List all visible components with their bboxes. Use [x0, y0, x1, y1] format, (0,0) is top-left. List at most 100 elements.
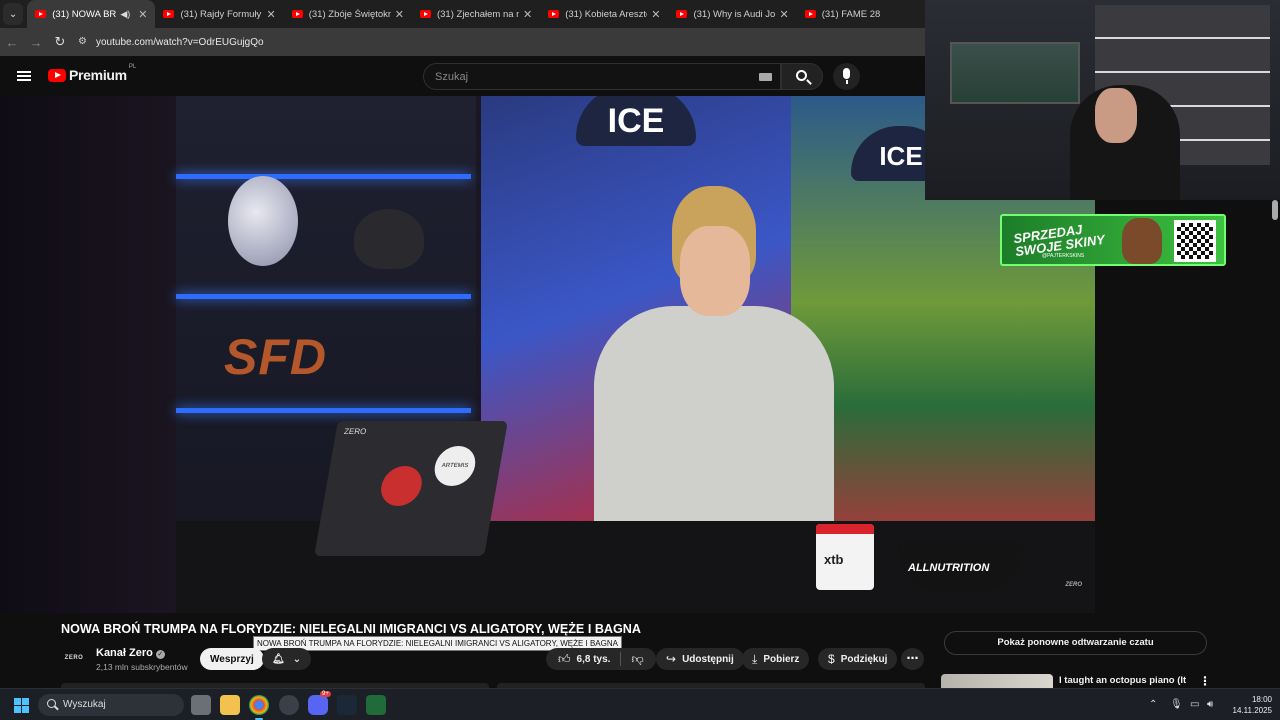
support-button[interactable]: Wesprzyj: [200, 648, 264, 670]
close-tab-icon[interactable]: ✕: [523, 8, 532, 21]
video-title: NOWA BROŃ TRUMPA NA FLORYDZIE: NIELEGALN…: [61, 622, 641, 636]
more-actions-icon[interactable]: ⋯: [901, 648, 924, 670]
verified-check-icon: ✓: [155, 650, 165, 659]
taskbar-search[interactable]: Wyszukaj: [38, 694, 184, 716]
browser-tab[interactable]: (31) NOWA BROŃ TRUMPA ◀) ✕: [27, 0, 156, 28]
excel-icon[interactable]: [366, 695, 386, 715]
taskbar-search-label: Wyszukaj: [63, 699, 106, 710]
file-explorer-icon[interactable]: [220, 695, 240, 715]
sfd-logo: SFD: [224, 329, 327, 385]
youtube-favicon-icon: [35, 10, 47, 18]
browser-tab[interactable]: (31) FAME 28: [797, 0, 925, 28]
network-icon[interactable]: ▭: [1190, 699, 1199, 710]
youtube-favicon-icon: [676, 10, 688, 18]
decor-figure: [354, 209, 424, 269]
search-button[interactable]: [781, 63, 823, 90]
site-settings-icon[interactable]: ⚙: [78, 36, 90, 48]
logo-text: Premium: [69, 67, 127, 83]
shelf-light: [176, 174, 471, 179]
close-tab-icon[interactable]: ✕: [780, 8, 789, 21]
streamer-face: [1095, 88, 1137, 143]
microphone-tray-icon[interactable]: 🎙︎: [1170, 699, 1183, 710]
aquarium: [950, 42, 1080, 104]
shelf-light: [176, 294, 471, 299]
system-clock[interactable]: 18:00 14.11.2025: [1228, 694, 1272, 716]
search-placeholder: Szukaj: [435, 71, 469, 83]
voice-search-button[interactable]: [833, 63, 860, 90]
close-tab-icon[interactable]: ✕: [267, 8, 276, 21]
app-icon[interactable]: [279, 695, 299, 715]
mug-brand: xtb: [824, 552, 844, 567]
search-icon: [47, 699, 56, 708]
ice-cap: ICE: [576, 96, 696, 146]
recommended-video-thumbnail[interactable]: [941, 674, 1053, 688]
mug-band: [816, 524, 874, 534]
streamer-webcam: [925, 0, 1280, 200]
tab-search-menu-button[interactable]: ⌄: [3, 3, 24, 25]
browser-tab[interactable]: (31) Zbóje Świętokrzyscy ✕: [284, 0, 412, 28]
download-button[interactable]: ⤓ Pobierz: [742, 648, 810, 670]
download-icon: ⤓: [752, 651, 758, 666]
youtube-favicon-icon: [548, 10, 560, 18]
like-count[interactable]: 6,8 tys.: [577, 654, 611, 665]
channel-name[interactable]: Kanał Zero ✓: [96, 647, 165, 659]
task-view-icon[interactable]: [191, 695, 211, 715]
shelf-light: [176, 408, 471, 413]
browser-tab[interactable]: (31) Why is Audi Joining F1 ✕: [668, 0, 796, 28]
close-tab-icon[interactable]: ✕: [395, 8, 404, 21]
volume-icon[interactable]: 🔊︎: [1207, 699, 1213, 710]
like-icon[interactable]: 👍︎: [558, 652, 571, 667]
windows-taskbar: Wyszukaj 9+ ⌃ 🎙︎ ▭ 🔊︎ 18:00 14.11.2025: [0, 688, 1280, 720]
speaker-icon[interactable]: ◀): [120, 9, 130, 20]
steam-icon[interactable]: [337, 695, 357, 715]
tab-title: (31) Kobieta Aresztowana: [565, 8, 647, 20]
youtube-favicon-icon: [804, 10, 816, 18]
chrome-icon[interactable]: [249, 695, 269, 720]
artemis-sticker: ARTEMIS: [431, 446, 479, 486]
forward-arrow-icon[interactable]: →: [24, 35, 48, 50]
dislike-icon[interactable]: 👎︎: [631, 652, 643, 667]
dog-mascot: [1122, 218, 1162, 264]
keyboard-icon[interactable]: [759, 73, 772, 81]
like-dislike-group: 👍︎ 6,8 tys. 👎︎: [546, 648, 656, 670]
browser-tab-strip: ⌄ (31) NOWA BROŃ TRUMPA ◀) ✕ (31) Rajdy …: [0, 0, 925, 28]
divider: [620, 652, 622, 666]
xtb-mug: xtb: [816, 524, 874, 590]
search-icon: [796, 70, 807, 81]
channel-avatar[interactable]: ZERO: [61, 650, 87, 666]
youtube-premium-logo[interactable]: Premium PL: [48, 64, 136, 83]
menu-hamburger-icon[interactable]: [17, 71, 31, 81]
url-field[interactable]: ⚙ youtube.com/watch?v=OdrEUGujgQo: [78, 36, 264, 48]
laptop-label: ZERO: [343, 427, 368, 436]
browser-tab[interactable]: (31) Zjechałem na nartach ✕: [412, 0, 540, 28]
show-chat-replay-button[interactable]: Pokaż ponowne odtwarzanie czatu: [944, 631, 1207, 655]
close-tab-icon[interactable]: ✕: [651, 8, 660, 21]
share-label: Udostępnij: [682, 653, 734, 665]
close-tab-icon[interactable]: ✕: [138, 8, 147, 21]
browser-tab[interactable]: (31) Rajdy Formuły Pierwszej ✕: [155, 0, 283, 28]
share-icon: ↪: [666, 652, 677, 666]
tab-title: (31) FAME 28: [821, 8, 881, 20]
page-scrollbar-thumb[interactable]: [1272, 200, 1278, 220]
notification-bell-button[interactable]: 🔔︎ ⌄: [262, 648, 312, 670]
clock-date: 14.11.2025: [1232, 706, 1272, 715]
tray-overflow-icon[interactable]: ⌃: [1149, 699, 1157, 710]
reload-icon[interactable]: ↻: [48, 34, 72, 50]
url-text: youtube.com/watch?v=OdrEUGujgQo: [96, 36, 264, 48]
thanks-button[interactable]: $ Podziękuj: [818, 648, 898, 670]
discord-icon[interactable]: 9+: [308, 691, 331, 715]
tab-title: (31) Why is Audi Joining F1: [693, 8, 776, 20]
recommended-video-title[interactable]: I taught an octopus piano (It: [1059, 675, 1186, 686]
youtube-favicon-icon: [163, 10, 175, 18]
search-input[interactable]: Szukaj: [423, 63, 781, 90]
decor-sculpture: [228, 176, 298, 266]
recommended-more-icon[interactable]: ⋮: [1199, 674, 1211, 688]
browser-tab[interactable]: (31) Kobieta Aresztowana ✕: [540, 0, 668, 28]
channel-name-text[interactable]: Kanał Zero: [96, 647, 153, 659]
back-arrow-icon[interactable]: ←: [0, 35, 24, 50]
skins-promo-banner: SPRZEDAJ SWOJE SKINY @PAJTERKSKINS: [1000, 214, 1226, 266]
bowl-brand: ALLNUTRITION: [908, 562, 990, 574]
youtube-play-icon: [48, 68, 66, 82]
share-button[interactable]: ↪ Udostępnij: [656, 648, 744, 670]
windows-start-icon[interactable]: [14, 698, 29, 713]
